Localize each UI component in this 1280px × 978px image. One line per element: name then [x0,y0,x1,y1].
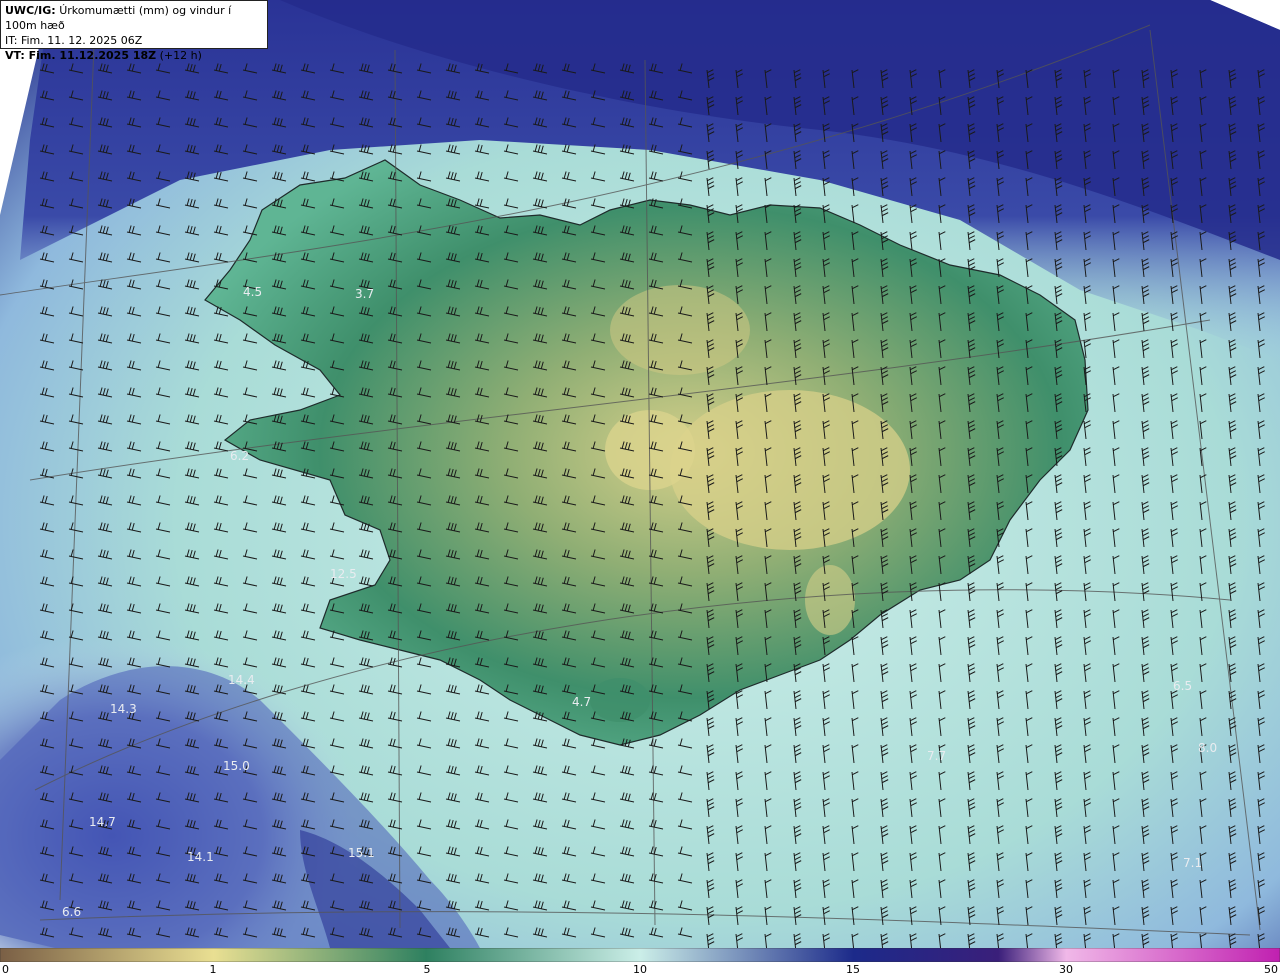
map-label: 12.5 [330,567,357,581]
map-label: 14.3 [110,702,137,716]
colorbar-tick: 0 [2,963,9,976]
map-label: 15.1 [348,846,375,860]
map-label: 6.5 [1173,679,1192,693]
map-label: 14.7 [89,815,116,829]
colorbar-tick: 5 [423,963,431,976]
colorbar-tick: 1 [209,963,217,976]
precipitation-wind-map: 4.5 3.7 6.2 12.5 14.4 14.3 15.0 14.7 14.… [0,0,1280,948]
initial-time: IT: Fim. 11. 12. 2025 06Z [5,34,143,47]
forecast-info-box: UWC/IG: Úrkomumætti (mm) og vindur í 100… [0,0,268,62]
map-label: 6.6 [62,905,81,919]
map-label: 4.7 [572,695,591,709]
map-label: 4.5 [243,285,262,299]
product-title: UWC/IG: Úrkomumætti (mm) og vindur í 100… [5,3,263,33]
valid-time-value: VT: Fim. 11.12.2025 18Z [5,49,157,62]
map-label: 6.2 [230,449,249,463]
map-label: 7.1 [1183,856,1202,870]
valid-time: VT: Fim. 11.12.2025 18Z (+12 h) [5,48,263,63]
product-code: UWC/IG: [5,4,56,17]
map-label: 8.0 [1198,741,1217,755]
colorbar-ticks: 0 1 5 10 15 30 50 [0,962,1280,978]
colorbar-tick: 10 [633,963,647,976]
lead-time: (+12 h) [159,49,202,62]
map-label: 3.7 [355,287,374,301]
map-label: 14.4 [228,673,255,687]
precipitation-colorbar [0,948,1280,962]
map-label: 7.7 [927,749,946,763]
colorbar-tick: 50 [1264,963,1278,976]
map-label: 14.1 [187,850,214,864]
colorbar-tick: 15 [846,963,860,976]
colorbar-tick: 30 [1059,963,1073,976]
map-label: 15.0 [223,759,250,773]
